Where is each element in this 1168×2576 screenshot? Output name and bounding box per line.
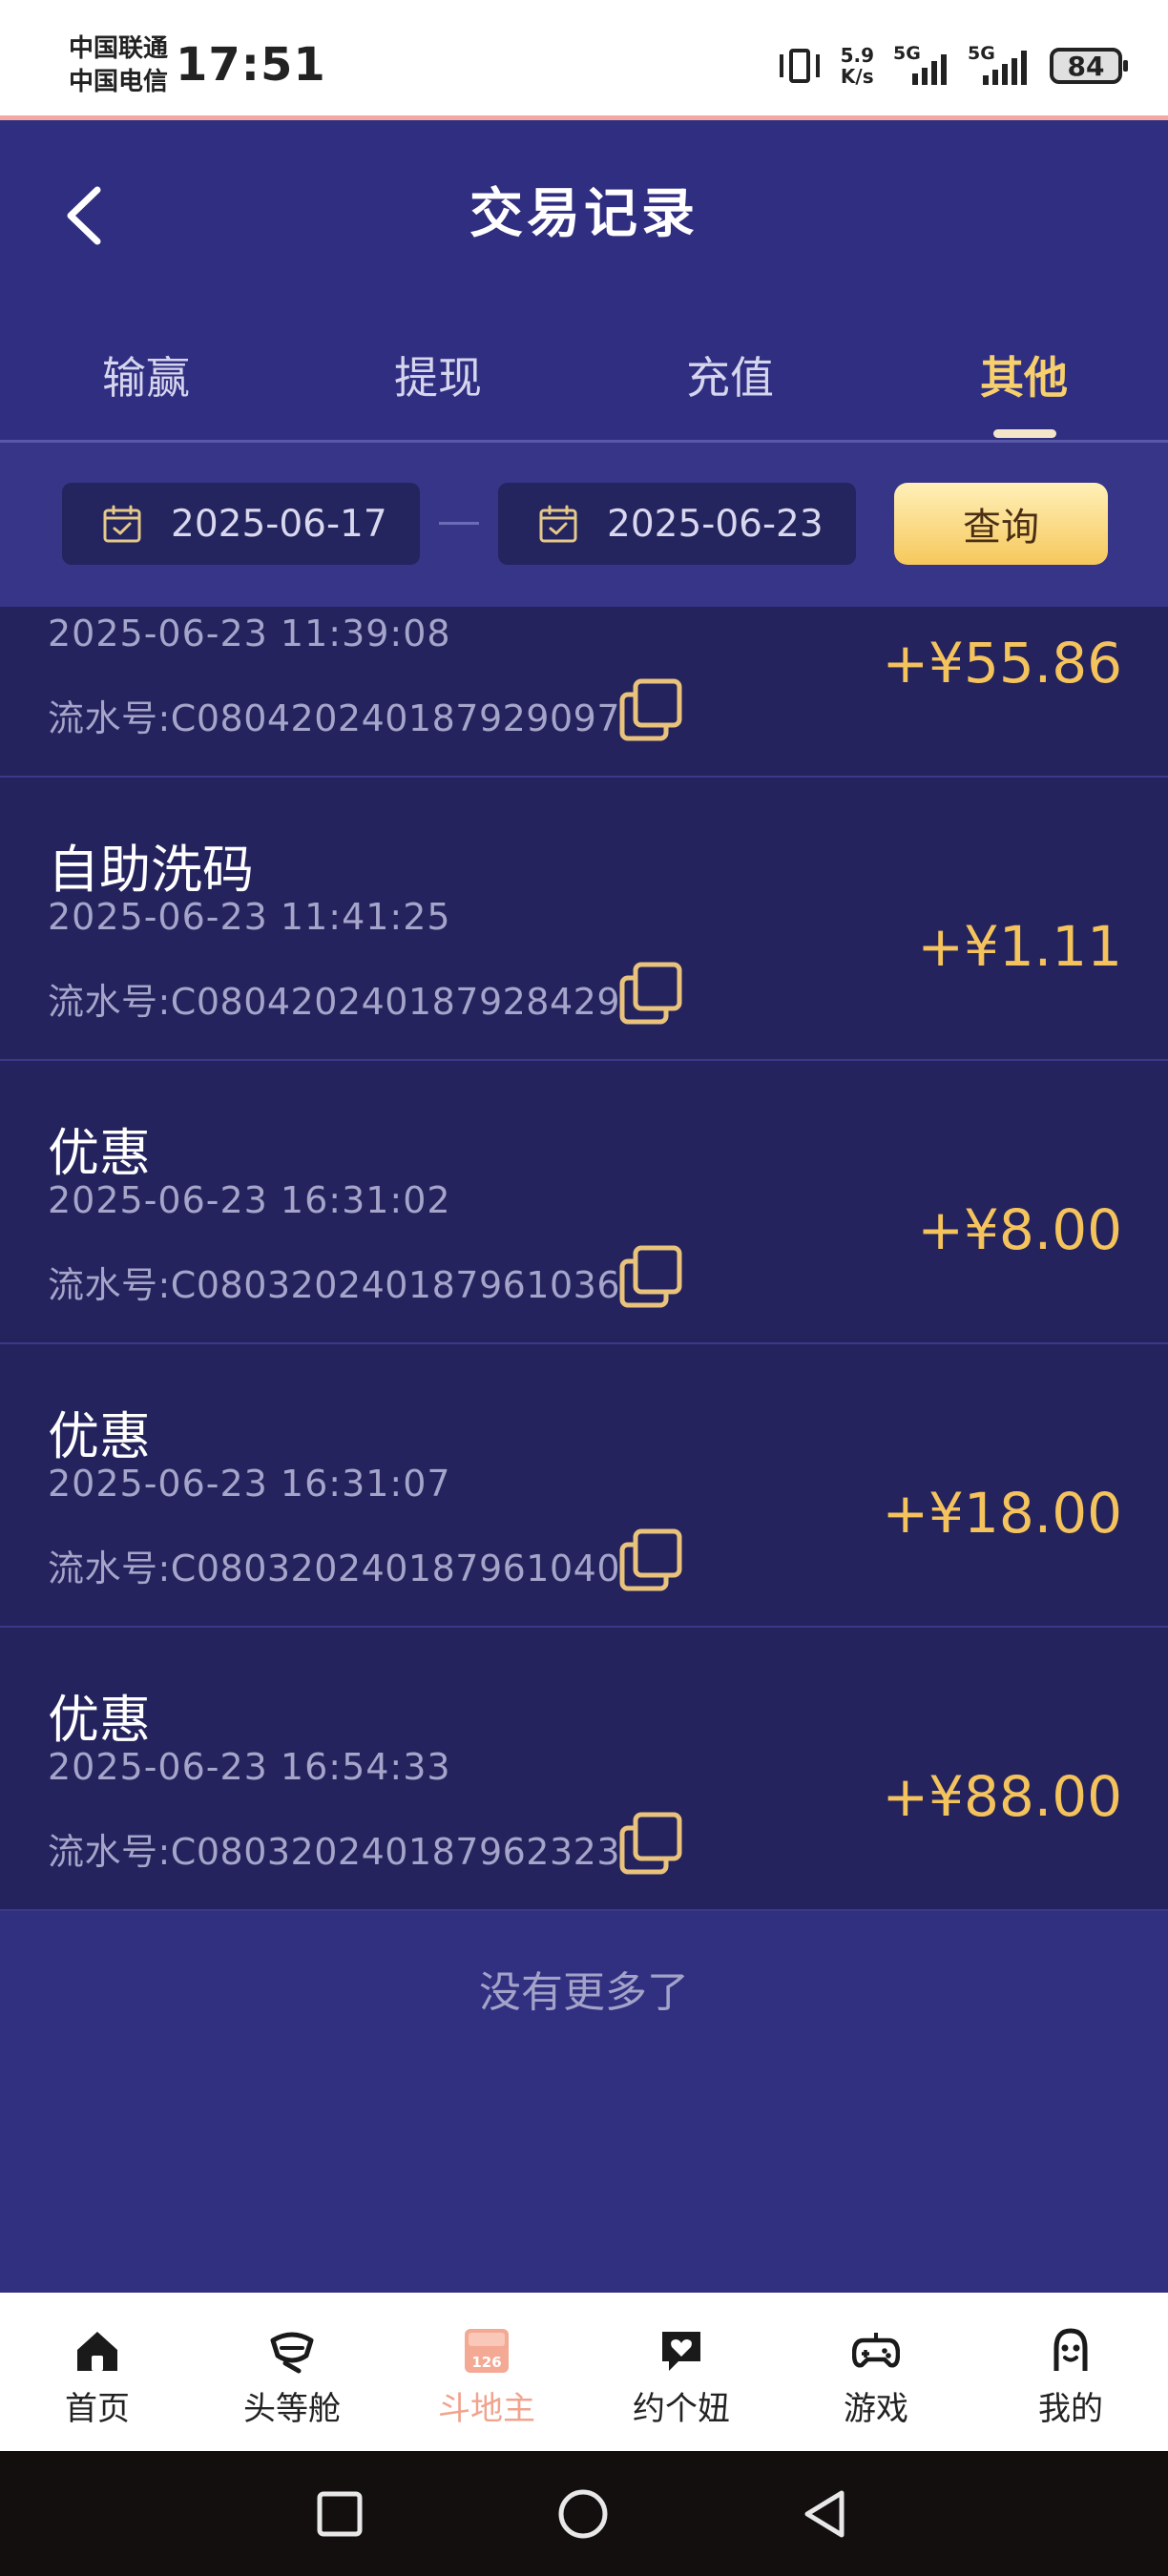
gamepad-icon: [852, 2333, 900, 2368]
carrier-1: 中国联通: [69, 34, 169, 63]
transaction-serial: 流水号:C080420240187928429: [48, 981, 621, 1023]
nav-home[interactable]: 首页: [0, 2293, 195, 2451]
transaction-amount: +¥1.11: [917, 914, 1122, 979]
transaction-type: 自助洗码: [48, 840, 254, 900]
copy-icon[interactable]: [618, 1527, 685, 1592]
start-date-value: 2025-06-17: [171, 502, 387, 546]
transaction-time: 2025-06-23 16:31:07: [48, 1463, 451, 1505]
vibrate-icon: [778, 47, 822, 85]
transaction-amount: +¥18.00: [882, 1481, 1122, 1546]
signal-label-2: 5G: [968, 43, 995, 64]
home-circle-icon[interactable]: [554, 2485, 612, 2543]
battery-level: 84: [1067, 50, 1105, 82]
system-nav-bar: [0, 2451, 1168, 2576]
nav-games[interactable]: 游戏: [779, 2293, 973, 2451]
home-icon: [77, 2332, 117, 2371]
chat-heart-icon: [662, 2332, 700, 2371]
nav-label: 游戏: [844, 2390, 908, 2428]
transaction-serial: 流水号:C080420240187929097: [48, 697, 621, 739]
copy-icon[interactable]: [618, 677, 685, 742]
bottom-nav: 首页 头等舱 126 斗地主 约个妞 游戏 我的: [0, 2293, 1168, 2451]
transaction-time: 2025-06-23 11:41:25: [48, 896, 451, 938]
transaction-serial: 流水号:C080320240187961040: [48, 1548, 621, 1589]
end-date-picker[interactable]: 2025-06-23: [498, 483, 856, 565]
transaction-amount: +¥8.00: [917, 1197, 1122, 1262]
battery-icon: 84: [1050, 48, 1128, 84]
status-icons: 5.9 K/s 5G 5G 84: [778, 42, 1128, 90]
transaction-type: 优惠: [48, 1123, 151, 1183]
signal-label-1: 5G: [893, 43, 921, 64]
nav-label: 头等舱: [243, 2390, 341, 2428]
signal-icon-2: 5G: [968, 43, 1031, 85]
profile-icon: [1053, 2328, 1088, 2371]
nav-profile[interactable]: 我的: [973, 2293, 1168, 2451]
query-button[interactable]: 查询: [894, 483, 1108, 565]
active-tab-indicator: [993, 429, 1056, 438]
page-title: 交易记录: [469, 183, 699, 245]
transaction-type: 优惠: [48, 1690, 151, 1750]
carrier-2: 中国电信: [69, 68, 169, 96]
network-speed: 5.9 K/s: [841, 45, 874, 87]
transaction-row: 优惠 2025-06-23 16:31:07 流水号:C080320240187…: [0, 1344, 1168, 1628]
tab-win-loss[interactable]: 输赢: [51, 343, 241, 406]
start-date-picker[interactable]: 2025-06-17: [62, 483, 420, 565]
copy-icon[interactable]: [618, 1244, 685, 1309]
transaction-type: 优惠: [48, 1406, 151, 1466]
transaction-list: 2025-06-23 11:39:08 流水号:C080420240187929…: [0, 607, 1168, 1912]
date-filter-bar: 2025-06-17 2025-06-23 查询: [0, 443, 1168, 607]
transaction-row: 优惠 2025-06-23 16:31:02 流水号:C080320240187…: [0, 1061, 1168, 1344]
transaction-time: 2025-06-23 16:54:33: [48, 1746, 451, 1788]
transaction-time: 2025-06-23 16:31:02: [48, 1179, 451, 1221]
copy-icon[interactable]: [618, 961, 685, 1026]
transaction-serial: 流水号:C080320240187961036: [48, 1264, 621, 1306]
cabin-icon: [270, 2332, 314, 2374]
transaction-row: 优惠 2025-06-23 16:54:33 流水号:C080320240187…: [0, 1628, 1168, 1911]
end-date-value: 2025-06-23: [607, 502, 824, 546]
transaction-row: 自助洗码 2025-06-23 11:41:25 流水号:C0804202401…: [0, 778, 1168, 1061]
nav-badge: 126: [471, 2354, 501, 2371]
speed-value: 5.9: [840, 44, 874, 67]
carrier-names: 中国联通 中国电信: [69, 32, 168, 99]
doudizhu-icon: 126: [465, 2329, 509, 2373]
date-range-separator: [439, 522, 479, 525]
nav-label: 斗地主: [438, 2390, 535, 2428]
clock: 17:51: [176, 38, 326, 92]
copy-icon[interactable]: [618, 1811, 685, 1876]
transaction-amount: +¥55.86: [882, 631, 1122, 696]
calendar-icon: [539, 505, 577, 543]
speed-unit: K/s: [840, 65, 874, 88]
back-triangle-icon[interactable]: [798, 2485, 855, 2543]
tab-deposit[interactable]: 充值: [635, 343, 825, 406]
transaction-amount: +¥88.00: [882, 1764, 1122, 1829]
transaction-time: 2025-06-23 11:39:08: [48, 613, 451, 654]
nav-label: 约个妞: [633, 2390, 730, 2428]
calendar-icon: [103, 505, 141, 543]
nav-first-class[interactable]: 头等舱: [195, 2293, 389, 2451]
tab-other[interactable]: 其他: [928, 343, 1119, 406]
signal-icon-1: 5G: [893, 43, 949, 85]
transaction-serial: 流水号:C080320240187962323: [48, 1831, 621, 1873]
nav-label: 我的: [1038, 2390, 1103, 2428]
nav-doudizhu[interactable]: 126 斗地主: [389, 2293, 584, 2451]
transaction-row: 2025-06-23 11:39:08 流水号:C080420240187929…: [0, 607, 1168, 778]
no-more-text: 没有更多了: [479, 1968, 689, 2017]
tab-withdraw[interactable]: 提现: [343, 343, 533, 406]
status-bar: 中国联通 中国电信 17:51 5.9 K/s 5G 5G 84: [0, 0, 1168, 120]
nav-label: 首页: [65, 2390, 130, 2428]
recent-apps-icon[interactable]: [311, 2485, 368, 2543]
nav-date[interactable]: 约个妞: [584, 2293, 779, 2451]
